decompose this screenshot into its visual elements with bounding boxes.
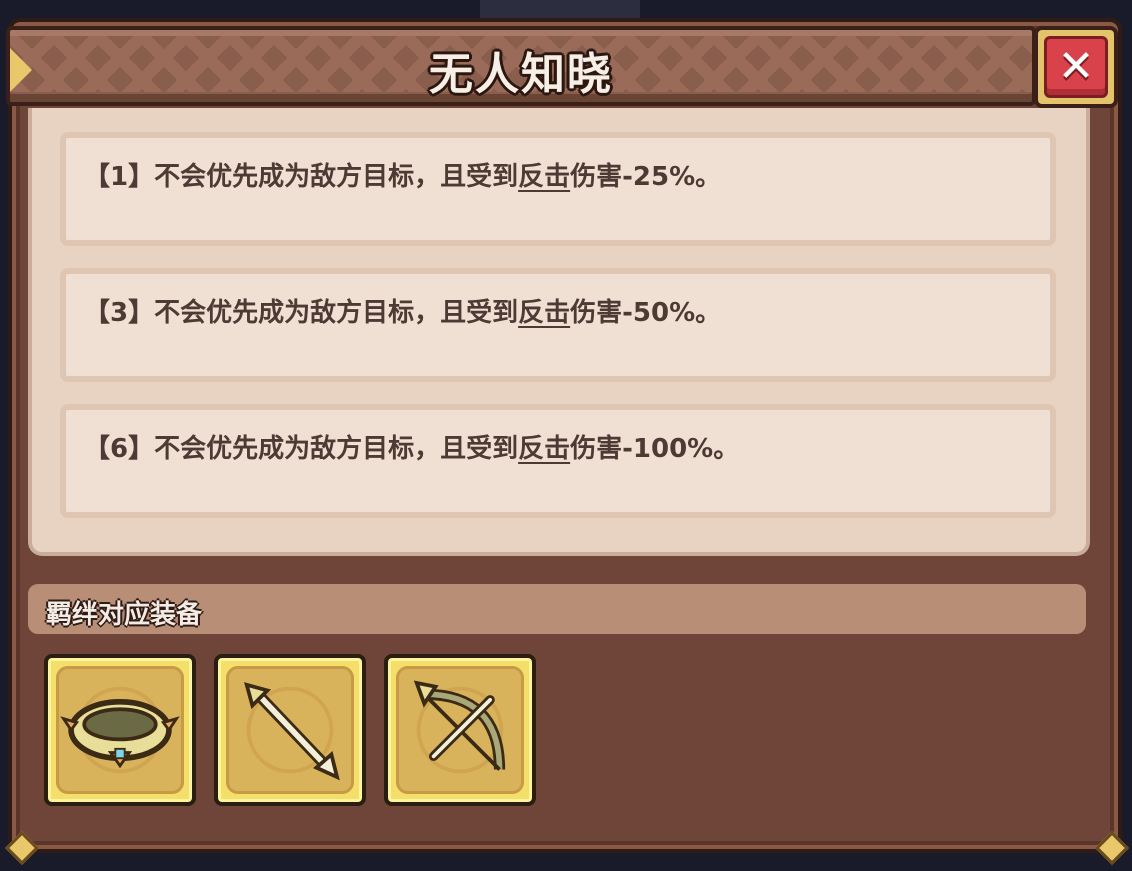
effect-text: 【6】不会优先成为敌方目标，且受到反击伤害-100%。 xyxy=(84,428,739,465)
effect-text-prefix: 【1】不会优先成为敌方目标，且受到 xyxy=(84,162,519,192)
close-button[interactable]: ✕ xyxy=(1034,26,1118,108)
effect-text-suffix: 伤害-100%。 xyxy=(570,434,740,464)
crossbow-icon xyxy=(396,666,524,794)
effect-keyword-link[interactable]: 反击 xyxy=(518,434,570,464)
equipment-slot-arrow[interactable] xyxy=(214,654,366,806)
effect-text-prefix: 【6】不会优先成为敌方目标，且受到 xyxy=(84,434,519,464)
effect-entry: 【3】不会优先成为敌方目标，且受到反击伤害-50%。 xyxy=(60,268,1056,382)
effect-text-suffix: 伤害-25%。 xyxy=(570,162,722,192)
effect-text-prefix: 【3】不会优先成为敌方目标，且受到 xyxy=(84,298,519,328)
effect-keyword-link[interactable]: 反击 xyxy=(518,162,570,192)
title-bar: 无人知晓 xyxy=(6,26,1036,106)
effect-entry: 【1】不会优先成为敌方目标，且受到反击伤害-25%。 xyxy=(60,132,1056,246)
ring-icon xyxy=(56,666,184,794)
bond-equipment-header: 羁绊对应装备 xyxy=(28,584,1086,634)
dialog-title: 无人知晓 xyxy=(429,49,613,100)
equipment-slot-crossbow[interactable] xyxy=(384,654,536,806)
equipment-slot-ring[interactable] xyxy=(44,654,196,806)
bond-equipment-label: 羁绊对应装备 xyxy=(46,600,203,630)
close-button-face[interactable]: ✕ xyxy=(1044,36,1108,98)
effect-text-suffix: 伤害-50%。 xyxy=(570,298,722,328)
arrow-icon xyxy=(226,666,354,794)
effect-entry: 【6】不会优先成为敌方目标，且受到反击伤害-100%。 xyxy=(60,404,1056,518)
close-icon: ✕ xyxy=(1057,41,1095,92)
effect-text: 【1】不会优先成为敌方目标，且受到反击伤害-25%。 xyxy=(84,156,721,193)
effect-text: 【3】不会优先成为敌方目标，且受到反击伤害-50%。 xyxy=(84,292,721,329)
effect-keyword-link[interactable]: 反击 xyxy=(518,298,570,328)
